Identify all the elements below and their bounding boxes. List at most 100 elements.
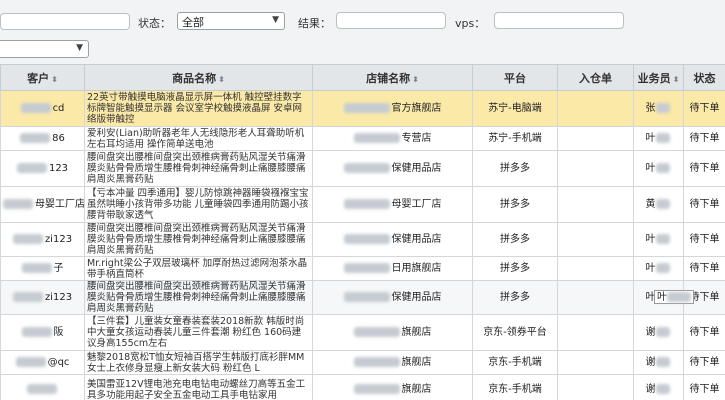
cell-status: 待下单 bbox=[683, 222, 725, 257]
cell-status: 待下单 bbox=[683, 256, 725, 281]
table-row[interactable]: zi123 腰间盘突出腰椎间盘突出颈椎病膏药贴风湿关节痛滑膜炎贴骨骨质增生腰椎骨刺… bbox=[0, 280, 725, 315]
cell-warehouse bbox=[557, 126, 634, 151]
cell-store: 保健用品店 bbox=[312, 150, 473, 187]
cell-customer: cd bbox=[0, 90, 85, 127]
cell-customer: 阪 bbox=[0, 314, 85, 351]
table-row[interactable]: cd 22英寸带触摸电脑液晶显示屏一体机 触控壁挂数字标牌智能触摸显示器 会议室学… bbox=[0, 90, 725, 127]
cell-product: 腰间盘突出腰椎间盘突出颈椎病膏药贴风湿关节痛滑膜炎贴骨骨质增生腰椎骨刺神经痛骨刺… bbox=[84, 150, 313, 187]
cell-store: 保健用品店 bbox=[312, 280, 473, 315]
cell-status: 待下单 bbox=[683, 350, 725, 375]
cell-platform: 拼多多 bbox=[472, 222, 558, 257]
cell-product: 魅黎2018宽松T恤女短袖百搭学生韩版打底衫胖MM女士上衣修身显瘦上新女装大码 … bbox=[84, 350, 313, 375]
chevron-down-icon: ▼ bbox=[272, 15, 279, 25]
cell-salesperson: 谢 bbox=[633, 314, 684, 351]
cell-store: 旗舰店 bbox=[312, 374, 473, 400]
cell-warehouse bbox=[557, 256, 634, 281]
cell-store: 专营店 bbox=[312, 126, 473, 151]
cell-warehouse bbox=[557, 350, 634, 375]
cell-warehouse bbox=[557, 90, 634, 127]
table-row[interactable]: @qc 魅黎2018宽松T恤女短袖百搭学生韩版打底衫胖MM女士上衣修身显瘦上新女装… bbox=[0, 350, 725, 375]
sort-icon: ⬍ bbox=[672, 74, 680, 84]
cell-platform: 苏宁-电脑端 bbox=[472, 90, 558, 127]
cell-salesperson: 叶 bbox=[633, 126, 684, 151]
cell-store: 官方旗舰店 bbox=[312, 90, 473, 127]
cell-status: 待下单 bbox=[683, 150, 725, 187]
table-body: cd 22英寸带触摸电脑液晶显示屏一体机 触控壁挂数字标牌智能触摸显示器 会议室学… bbox=[0, 90, 725, 400]
cell-salesperson: 叶 bbox=[633, 256, 684, 281]
col-header-salesperson[interactable]: 业务员 ⬍ bbox=[633, 64, 684, 91]
cell-customer: 86 bbox=[0, 126, 85, 151]
col-header-status: 状态 bbox=[683, 64, 725, 91]
orders-grid: 客户 ⬍ 商品名称 ⬍ 店铺名称 ⬍ 平台 入仓单 业务员 ⬍ 状态 cd 22英寸带触摸… bbox=[0, 64, 725, 400]
cell-platform: 苏宁-手机端 bbox=[472, 126, 558, 151]
cell-salesperson: 谢 bbox=[633, 350, 684, 375]
cell-customer: @qc bbox=[0, 350, 85, 375]
cell-product: 美国雷亚12V锂电池充电电钻电动螺丝刀高等五金工具多功能用起子安全五金电动工具手… bbox=[84, 374, 313, 400]
cell-store: 保健用品店 bbox=[312, 222, 473, 257]
vps-label: vps： bbox=[455, 17, 486, 30]
cell-product: 腰间盘突出腰椎间盘突出颈椎病膏药贴风湿关节痛滑膜炎贴骨骨质增生腰椎骨刺神经痛骨刺… bbox=[84, 222, 313, 257]
cell-platform: 拼多多 bbox=[472, 256, 558, 281]
cell-salesperson: 谢 bbox=[633, 374, 684, 400]
cell-product: 【三件套】儿童装女童春装套装2018新款 韩版时尚中大童女孩运动春装儿童三件套潮… bbox=[84, 314, 313, 351]
col-header-store[interactable]: 店铺名称 ⬍ bbox=[312, 64, 473, 91]
salesperson-tooltip: 叶 bbox=[654, 290, 694, 304]
cell-platform: 拼多多 bbox=[472, 150, 558, 187]
sort-icon: ⬍ bbox=[218, 74, 225, 84]
cell-product: 腰间盘突出腰椎间盘突出颈椎病膏药贴风湿关节痛滑膜炎贴骨骨质增生腰椎骨刺神经痛骨刺… bbox=[84, 280, 313, 315]
secondary-select[interactable]: ▼ bbox=[0, 40, 89, 58]
cell-customer: zi123 bbox=[0, 280, 85, 315]
table-row[interactable]: 123 腰间盘突出腰椎间盘突出颈椎病膏药贴风湿关节痛滑膜炎贴骨骨质增生腰椎骨刺神经… bbox=[0, 150, 725, 187]
cell-store: 日用旗舰店 bbox=[312, 256, 473, 281]
cell-store: 旗舰店 bbox=[312, 314, 473, 351]
col-header-warehouse: 入仓单 bbox=[557, 64, 634, 91]
cell-warehouse bbox=[557, 186, 634, 223]
cell-warehouse bbox=[557, 280, 634, 315]
cell-product: 22英寸带触摸电脑液晶显示屏一体机 触控壁挂数字标牌智能触摸显示器 会议室学校触… bbox=[84, 90, 313, 127]
cell-status: 待下单 bbox=[683, 374, 725, 400]
cell-platform: 拼多多 bbox=[472, 280, 558, 315]
cell-customer bbox=[0, 374, 85, 400]
cell-salesperson: 叶 bbox=[633, 222, 684, 257]
cell-warehouse bbox=[557, 150, 634, 187]
cell-product: 【亏本冲量 四季通用】婴儿防惊跳神器睡袋襁褓宝宝虽然哄睡小孩背带多功能 儿童睡袋… bbox=[84, 186, 313, 223]
table-header-row: 客户 ⬍ 商品名称 ⬍ 店铺名称 ⬍ 平台 入仓单 业务员 ⬍ 状态 bbox=[0, 64, 725, 91]
cell-status: 待下单 bbox=[683, 314, 725, 351]
table-row[interactable]: 子 Mr.right梁公子双层玻璃杯 加厚耐热过滤网泡茶水晶带手柄直筒杯 日用旗舰店… bbox=[0, 256, 725, 281]
cell-store: 旗舰店 bbox=[312, 350, 473, 375]
cell-platform: 拼多多 bbox=[472, 186, 558, 223]
cell-platform: 京东-领券平台 bbox=[472, 314, 558, 351]
cell-product: 爱利安(Lian)助听器老年人无线隐形老人耳聋助听机 左右耳均适用 操作简单送电… bbox=[84, 126, 313, 151]
table-row[interactable]: 美国雷亚12V锂电池充电电钻电动螺丝刀高等五金工具多功能用起子安全五金电动工具手… bbox=[0, 374, 725, 400]
cell-status: 待下单 bbox=[683, 90, 725, 127]
cell-platform: 京东-手机端 bbox=[472, 374, 558, 400]
status-select[interactable]: 全部 ▼ bbox=[177, 12, 285, 30]
sort-icon: ⬍ bbox=[412, 74, 419, 84]
cell-salesperson: 黄 bbox=[633, 186, 684, 223]
table-row[interactable]: 阪【三件套】儿童装女童春装套装2018新款 韩版时尚中大童女孩运动春装儿童三件套… bbox=[0, 314, 725, 351]
result-input[interactable] bbox=[336, 12, 446, 29]
cell-status: 待下单 bbox=[683, 126, 725, 151]
cell-product: Mr.right梁公子双层玻璃杯 加厚耐热过滤网泡茶水晶带手柄直筒杯 bbox=[84, 256, 313, 281]
orders-table: 客户 ⬍ 商品名称 ⬍ 店铺名称 ⬍ 平台 入仓单 业务员 ⬍ 状态 cd 22英寸带触摸… bbox=[0, 64, 725, 400]
cell-customer: zi123 bbox=[0, 222, 85, 257]
col-header-customer[interactable]: 客户 ⬍ bbox=[0, 64, 85, 91]
cell-status: 待下单 bbox=[683, 186, 725, 223]
keyword-input[interactable] bbox=[0, 13, 130, 30]
col-header-product[interactable]: 商品名称 ⬍ bbox=[84, 64, 313, 91]
status-label: 状态： bbox=[138, 17, 171, 30]
cell-salesperson: 叶 bbox=[633, 150, 684, 187]
cell-platform: 京东-手机端 bbox=[472, 350, 558, 375]
table-row[interactable]: 母婴工厂店 【亏本冲量 四季通用】婴儿防惊跳神器睡袋襁褓宝宝虽然哄睡小孩背带多功能… bbox=[0, 186, 725, 223]
table-row[interactable]: 86 爱利安(Lian)助听器老年人无线隐形老人耳聋助听机 左右耳均适用 操作简单… bbox=[0, 126, 725, 151]
status-select-value: 全部 bbox=[182, 16, 204, 29]
result-label: 结果： bbox=[298, 17, 331, 30]
col-header-platform: 平台 bbox=[472, 64, 558, 91]
cell-customer: 母婴工厂店 bbox=[0, 186, 85, 223]
sort-icon: ⬍ bbox=[51, 74, 58, 84]
vps-input[interactable] bbox=[494, 12, 624, 29]
table-row[interactable]: zi123 腰间盘突出腰椎间盘突出颈椎病膏药贴风湿关节痛滑膜炎贴骨骨质增生腰椎骨刺… bbox=[0, 222, 725, 257]
cell-warehouse bbox=[557, 374, 634, 400]
filter-bar: 状态： 全部 ▼ 结果： vps： ▼ bbox=[0, 0, 725, 64]
cell-warehouse bbox=[557, 314, 634, 351]
